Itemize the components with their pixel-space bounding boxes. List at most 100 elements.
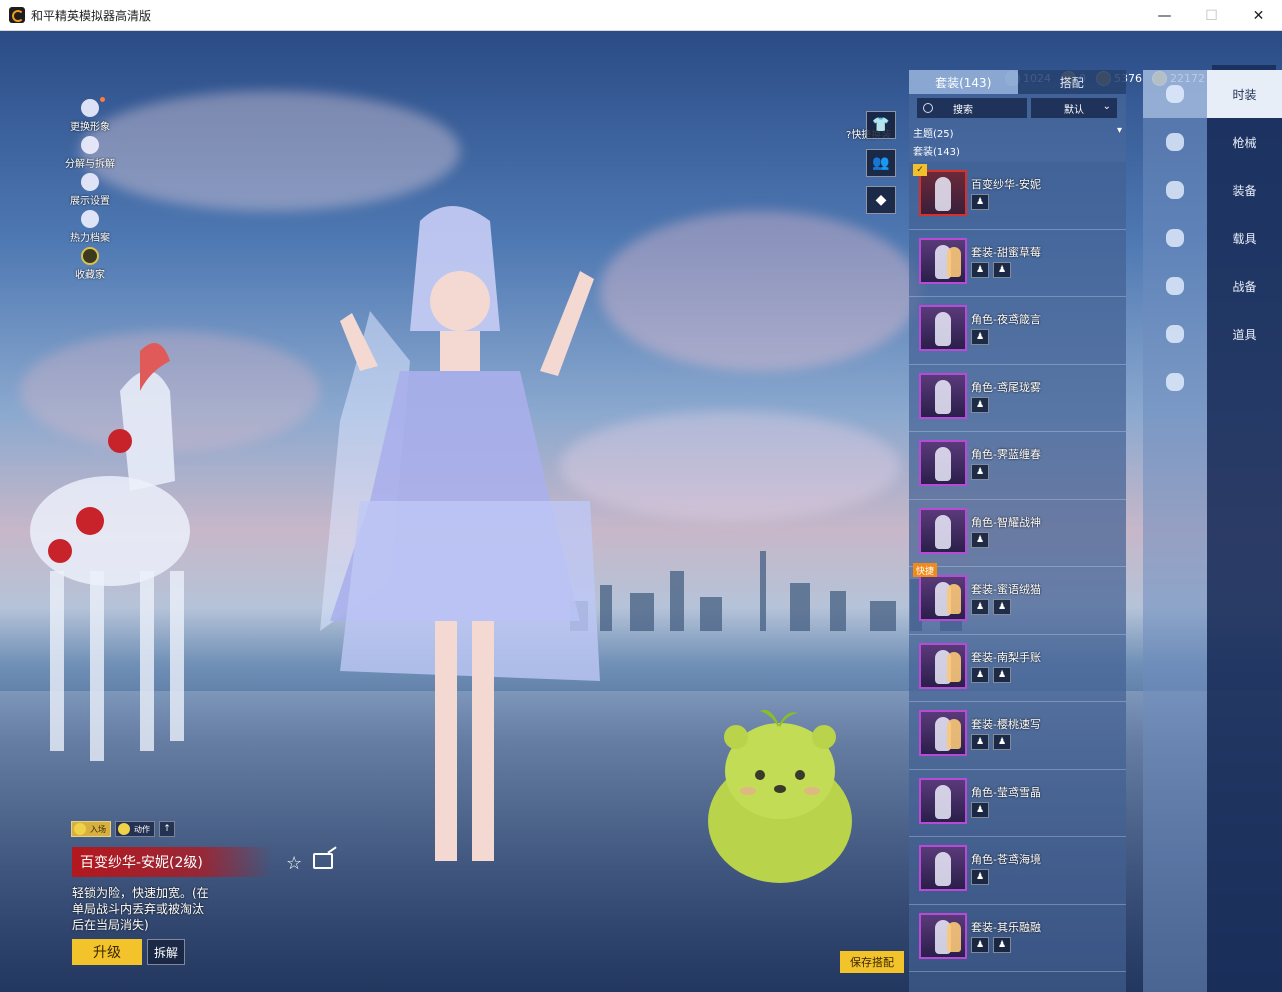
outfit-list-item[interactable]: 百变纱华-安妮 ♟ ✓ — [909, 162, 1126, 230]
category-tab[interactable]: 战备 — [1207, 262, 1282, 310]
category-tab[interactable]: 道具 — [1207, 310, 1282, 358]
goggles-icon[interactable] — [1143, 166, 1207, 214]
cloud-decoration — [600, 211, 920, 371]
sort-select[interactable]: 默认 ⌄ — [1031, 98, 1117, 118]
menu-display-settings[interactable]: 展示设置 — [70, 173, 110, 210]
gesture-icon — [118, 823, 130, 835]
outfit-list-item[interactable]: 角色-苍鸢海境 ♟ — [909, 837, 1126, 905]
outfit-name: 角色-夜鸢箴言 — [971, 313, 1041, 326]
menu-heat-archive[interactable]: 热力档案 — [70, 210, 110, 247]
outfit-part-icon: ♟ — [971, 261, 989, 278]
arrow-up-icon[interactable]: ↑ — [159, 821, 175, 837]
menu-collector[interactable]: 收藏家 — [75, 247, 105, 284]
search-icon — [923, 103, 933, 113]
quick-swap-team-button[interactable]: 👥 — [866, 149, 896, 177]
outfit-part-icon: ♟ — [993, 936, 1011, 953]
shoes-icon[interactable] — [1143, 358, 1207, 406]
left-menu: 更换形象 分解与拆解 展示设置 热力档案 收藏家 — [62, 97, 118, 284]
outfit-thumbnail — [919, 170, 967, 216]
outfit-list-item[interactable]: 角色-智耀战神 ♟ — [909, 499, 1126, 567]
outfit-part-icon: ♟ — [971, 869, 989, 885]
window-titlebar: 和平精英模拟器高清版 — ☐ ✕ — [0, 0, 1282, 31]
panel-tabs: 套装(143) 搭配 — [909, 70, 1126, 94]
menu-label: 展示设置 — [70, 196, 110, 207]
menu-label: 热力档案 — [70, 233, 110, 244]
outfit-list: 百变纱华-安妮 ♟ ✓ 套装-甜蜜草莓 ♟ ♟ 角色-夜鸢箴言 ♟ 角色-鸢尾珑雾 ♟ 角色-霁蓝缠… — [909, 162, 1126, 972]
menu-label: 更换形象 — [70, 122, 110, 133]
outfit-part-icon: ♟ — [993, 599, 1011, 615]
menu-dismantle[interactable]: 分解与拆解 — [65, 136, 115, 173]
shirt-icon: 👕 — [872, 117, 890, 133]
category-icon-column — [1143, 70, 1207, 992]
star-add-icon[interactable]: ☆ — [286, 853, 302, 874]
eye-icon — [81, 173, 99, 191]
outfit-list-item[interactable]: 套装-南梨手账 ♟ ♟ — [909, 634, 1126, 702]
save-outfit-button[interactable]: 保存搭配 — [840, 951, 904, 973]
outfit-list-item[interactable]: 套装-蜜语绒猫 ♟ ♟ 快捷 — [909, 563, 1126, 635]
pants-icon[interactable] — [1143, 310, 1207, 358]
character-name-bar: 百变纱华-安妮(2级) — [72, 847, 272, 877]
theme-filter[interactable]: 主题(25) ▾ — [909, 122, 1126, 140]
outfit-list-item[interactable]: 角色-霁蓝缠春 ♟ — [909, 432, 1126, 500]
outfit-part-icon: ♟ — [971, 599, 989, 615]
diamond-icon: ◆ — [875, 192, 887, 208]
outfit-name: 角色-霁蓝缠春 — [971, 448, 1041, 461]
search-row: 搜索 默认 ⌄ — [917, 98, 1118, 118]
triangle-down-icon: ▾ — [1116, 125, 1122, 136]
mask-icon[interactable] — [1143, 214, 1207, 262]
outfit-icon[interactable] — [1143, 70, 1207, 118]
tab-combos[interactable]: 搭配 — [1017, 70, 1126, 94]
horse-figure — [30, 343, 190, 761]
quick-swap-outfit-button[interactable]: 👕 — [866, 111, 896, 139]
people-icon: 👥 — [872, 155, 890, 171]
category-tab[interactable] — [1207, 358, 1282, 406]
outfit-thumbnail — [919, 912, 967, 959]
outfit-list-item[interactable]: 套装-其乐融融 ♟ ♟ — [909, 904, 1126, 972]
category-tab[interactable]: 时装 — [1207, 70, 1282, 118]
outfit-part-icon: ♟ — [971, 329, 989, 345]
action-bar: 入场 动作 ↑ — [71, 821, 175, 837]
action-animation-button[interactable]: 动作 — [115, 821, 155, 837]
outfit-list-item[interactable]: 套装-樱桃速写 ♟ ♟ — [909, 702, 1126, 770]
outfit-thumbnail — [919, 440, 967, 486]
top-icon[interactable] — [1143, 262, 1207, 310]
outfit-thumbnail — [919, 372, 967, 419]
cap-icon[interactable] — [1143, 118, 1207, 166]
entry-animation-button[interactable]: 入场 — [71, 821, 111, 837]
category-tab[interactable]: 载具 — [1207, 214, 1282, 262]
sort-value: 默认 — [1064, 104, 1084, 116]
outfit-part-icon: ♟ — [971, 531, 989, 548]
window-controls: — ☐ ✕ — [1141, 0, 1282, 31]
share-icon[interactable] — [313, 853, 333, 869]
maximize-button[interactable]: ☐ — [1188, 0, 1235, 31]
category-tab[interactable]: 枪械 — [1207, 118, 1282, 166]
outfit-thumbnail — [919, 642, 967, 689]
collector-badge-icon — [81, 247, 99, 265]
tab-suits[interactable]: 套装(143) — [909, 70, 1018, 94]
category-label-column: 时装 枪械 装备 载具 战备 道具 — [1207, 70, 1282, 992]
outfit-thumbnail — [919, 237, 967, 284]
dismantle-button[interactable]: 拆解 — [147, 939, 185, 965]
upgrade-button[interactable]: 升级 — [72, 939, 142, 965]
outfit-thumbnail — [919, 845, 967, 891]
menu-change-avatar[interactable]: 更换形象 — [70, 97, 110, 136]
minimize-button[interactable]: — — [1141, 0, 1188, 31]
outfit-part-icon: ♟ — [993, 666, 1011, 683]
outfit-list-item[interactable]: 角色-鸢尾珑雾 ♟ — [909, 364, 1126, 432]
app-logo-icon — [9, 7, 25, 23]
close-window-button[interactable]: ✕ — [1235, 0, 1282, 31]
entry-label: 入场 — [90, 824, 106, 834]
quick-swap-diamond-button[interactable]: ◆ — [866, 186, 896, 214]
category-tab[interactable]: 装备 — [1207, 166, 1282, 214]
outfit-part-icon: ♟ — [971, 734, 989, 750]
outfit-list-item[interactable]: 套装-甜蜜草莓 ♟ ♟ — [909, 229, 1126, 297]
menu-label: 分解与拆解 — [65, 159, 115, 170]
outfit-part-icon: ♟ — [971, 801, 989, 818]
outfit-list-item[interactable]: 角色-莹鸢雪晶 ♟ — [909, 769, 1126, 837]
character-name: 百变纱华-安妮(2级) — [80, 855, 203, 871]
search-input[interactable]: 搜索 — [917, 98, 1027, 118]
outfit-part-icon: ♟ — [993, 261, 1011, 278]
character-description: 轻锁为险，快速加宽。(在单局战斗内丢弃或被淘汰后在当局消失) — [72, 886, 209, 932]
outfit-list-item[interactable]: 角色-夜鸢箴言 ♟ — [909, 297, 1126, 365]
checkmark-icon: ✓ — [913, 164, 927, 176]
